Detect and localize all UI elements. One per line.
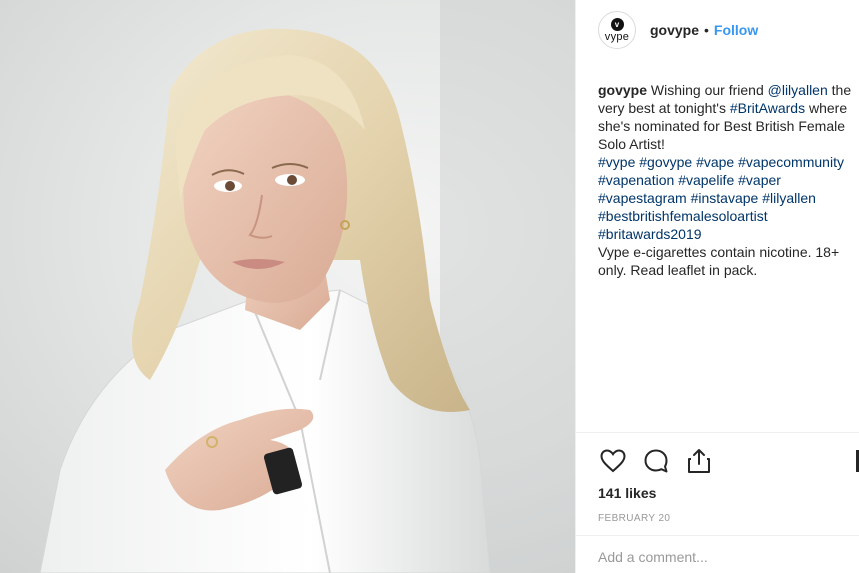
- hashtag-link[interactable]: #vape: [696, 154, 734, 170]
- share-icon: [688, 449, 710, 473]
- hashtag-link[interactable]: #vype: [598, 154, 635, 170]
- hashtag-link[interactable]: #vaper: [738, 172, 781, 188]
- hashtag-link[interactable]: #vapelife: [678, 172, 734, 188]
- comment-icon: [644, 449, 668, 473]
- hashtag-line: #vapestagram #instavape #lilyallen: [598, 189, 856, 207]
- hashtag-line: #britawards2019: [598, 225, 856, 243]
- divider: [576, 535, 859, 536]
- caption-text-1: Wishing our friend: [647, 82, 768, 98]
- hashtag-link[interactable]: #britawards2019: [598, 226, 702, 242]
- portrait-illustration: [39, 0, 575, 573]
- divider: [576, 432, 859, 433]
- avatar-brand-text: vype: [604, 30, 630, 43]
- hashtag-link[interactable]: #vapecommunity: [738, 154, 844, 170]
- like-button[interactable]: [598, 446, 628, 476]
- hashtag-link[interactable]: #vapenation: [598, 172, 674, 188]
- post-date: FEBRUARY 20: [598, 513, 671, 524]
- hashtag-link[interactable]: #bestbritishfemalesoloartist: [598, 208, 768, 224]
- hashtag-line: #vype #govype #vape #vapecommunity: [598, 153, 856, 171]
- hashtag-line: #bestbritishfemalesoloartist: [598, 207, 856, 225]
- hashtag-link[interactable]: #BritAwards: [730, 100, 805, 116]
- post-caption: govype Wishing our friend @lilyallen the…: [598, 81, 856, 279]
- account-avatar[interactable]: v vype: [598, 11, 636, 49]
- hashtag-link[interactable]: #lilyallen: [762, 190, 816, 206]
- likes-count[interactable]: 141 likes: [598, 485, 656, 501]
- action-bar: [598, 446, 727, 476]
- post-sidebar: v vype govype • Follow govype Wishing ou…: [575, 0, 859, 573]
- header-separator: •: [704, 22, 709, 38]
- mention-link[interactable]: @lilyallen: [768, 82, 828, 98]
- hashtag-line: #vapenation #vapelife #vaper: [598, 171, 856, 189]
- hashtag-link[interactable]: #vapestagram: [598, 190, 687, 206]
- post-header: v vype govype • Follow: [576, 0, 859, 60]
- comment-input[interactable]: [598, 546, 848, 568]
- hashtag-link[interactable]: #instavape: [691, 190, 759, 206]
- hashtag-link[interactable]: #govype: [639, 154, 692, 170]
- share-button[interactable]: [684, 446, 714, 476]
- post-photo[interactable]: [0, 0, 575, 573]
- account-handle[interactable]: govype: [650, 22, 699, 38]
- follow-button[interactable]: Follow: [714, 22, 758, 38]
- vype-logo-icon: v: [610, 17, 624, 31]
- heart-icon: [600, 449, 626, 473]
- comment-button[interactable]: [641, 446, 671, 476]
- disclaimer-text: Vype e-cigarettes contain nicotine. 18+ …: [598, 244, 840, 278]
- caption-username[interactable]: govype: [598, 82, 647, 98]
